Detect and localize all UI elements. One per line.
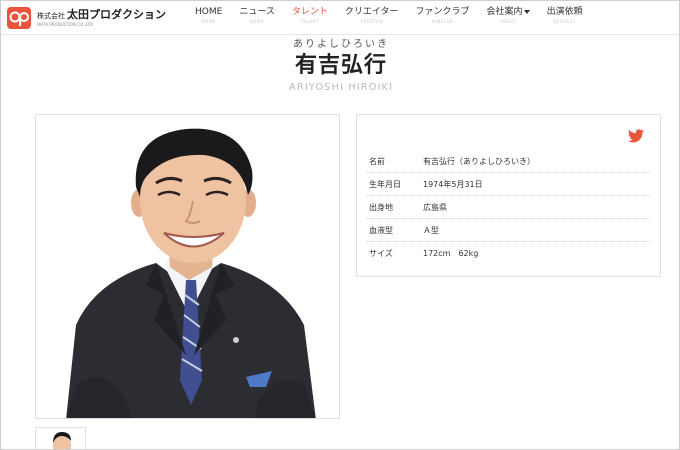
nav-label: 会社案内 bbox=[487, 6, 530, 18]
op-logo-icon bbox=[7, 7, 31, 29]
page-frame: 株式会社 太田プロダクション OHTA PRODUCTION CO.,LTD HO… bbox=[0, 0, 680, 450]
talent-roman: ARIYOSHI HIROIKI bbox=[289, 82, 393, 93]
nav-sublabel: CREATOR bbox=[360, 19, 383, 24]
brand-tagline: OHTA PRODUCTION CO.,LTD bbox=[37, 21, 93, 27]
nav-label: タレント bbox=[291, 7, 328, 17]
nav-item-fanclub[interactable]: ファンクラブ FANCLUB bbox=[416, 1, 470, 35]
nav-sublabel: NEWS bbox=[250, 19, 265, 24]
profile-value: Ａ型 bbox=[423, 225, 439, 235]
thumbnail-image bbox=[36, 428, 85, 449]
profile-value: 有吉弘行（ありよしひろいき） bbox=[423, 156, 535, 166]
corp-prefix: 株式会社 bbox=[37, 11, 65, 20]
talent-name: 有吉弘行 bbox=[294, 53, 387, 78]
profile-row-blood-type: 血液型 Ａ型 bbox=[367, 219, 650, 242]
nav-label: HOME bbox=[195, 7, 223, 17]
nav-item-creator[interactable]: クリエイター CREATOR bbox=[345, 1, 399, 35]
photo-thumbnail[interactable] bbox=[35, 427, 86, 449]
nav-sublabel: FANCLUB bbox=[431, 19, 454, 24]
profile-key: 出身地 bbox=[369, 202, 393, 212]
profile-key: 名前 bbox=[369, 156, 385, 166]
nav-label: ニュース bbox=[239, 7, 275, 17]
profile-key: 血液型 bbox=[369, 225, 393, 235]
profile-row-birthplace: 出身地 広島県 bbox=[367, 196, 650, 219]
nav-label: 出演依頼 bbox=[546, 7, 583, 17]
profile-card: 名前 有吉弘行（ありよしひろいき） 生年月日 1974年5月31日 出身地 広島… bbox=[356, 114, 661, 277]
profile-key: サイズ bbox=[369, 249, 393, 258]
nav-sublabel: TALENT bbox=[300, 19, 319, 24]
profile-row-size: サイズ 172cm 62kg bbox=[367, 242, 650, 265]
main-nav: HOME HOME ニュース NEWS タレント TALENT クリエイター C… bbox=[195, 1, 600, 35]
talent-heading: ありよしひろいき 有吉弘行 ARIYOSHI HIROIKI bbox=[1, 39, 679, 95]
nav-item-request[interactable]: 出演依頼 REQUEST bbox=[547, 1, 583, 35]
profile-value: 1974年5月31日 bbox=[423, 179, 483, 189]
site-header: 株式会社 太田プロダクション OHTA PRODUCTION CO.,LTD HO… bbox=[1, 1, 679, 35]
profile-value: 172cm 62kg bbox=[423, 249, 479, 258]
nav-item-home[interactable]: HOME HOME bbox=[195, 1, 222, 35]
nav-sublabel: HOME bbox=[201, 19, 216, 24]
nav-item-about[interactable]: 会社案内 ABOUT bbox=[487, 1, 530, 35]
chevron-down-icon bbox=[523, 9, 530, 14]
nav-sublabel: ABOUT bbox=[499, 19, 517, 24]
nav-label: ファンクラブ bbox=[415, 7, 470, 17]
nav-label: クリエイター bbox=[344, 7, 399, 17]
nav-item-talent[interactable]: タレント TALENT bbox=[292, 1, 328, 35]
site-logo[interactable]: 株式会社 太田プロダクション OHTA PRODUCTION CO.,LTD bbox=[7, 7, 166, 29]
profile-row-name: 名前 有吉弘行（ありよしひろいき） bbox=[367, 150, 650, 173]
profile-key: 生年月日 bbox=[369, 179, 401, 189]
brand-name: 太田プロダクション bbox=[67, 7, 166, 21]
profile-table: 名前 有吉弘行（ありよしひろいき） 生年月日 1974年5月31日 出身地 広島… bbox=[367, 150, 650, 265]
talent-kana: ありよしひろいき bbox=[293, 39, 389, 50]
nav-sublabel: REQUEST bbox=[553, 19, 576, 24]
nav-label-text: 会社案内 bbox=[486, 7, 523, 17]
talent-photo bbox=[35, 114, 340, 419]
profile-value: 広島県 bbox=[423, 202, 447, 212]
portrait-image bbox=[36, 115, 339, 418]
nav-item-news[interactable]: ニュース NEWS bbox=[239, 1, 275, 35]
twitter-icon[interactable] bbox=[628, 129, 644, 143]
profile-row-birthday: 生年月日 1974年5月31日 bbox=[367, 173, 650, 196]
